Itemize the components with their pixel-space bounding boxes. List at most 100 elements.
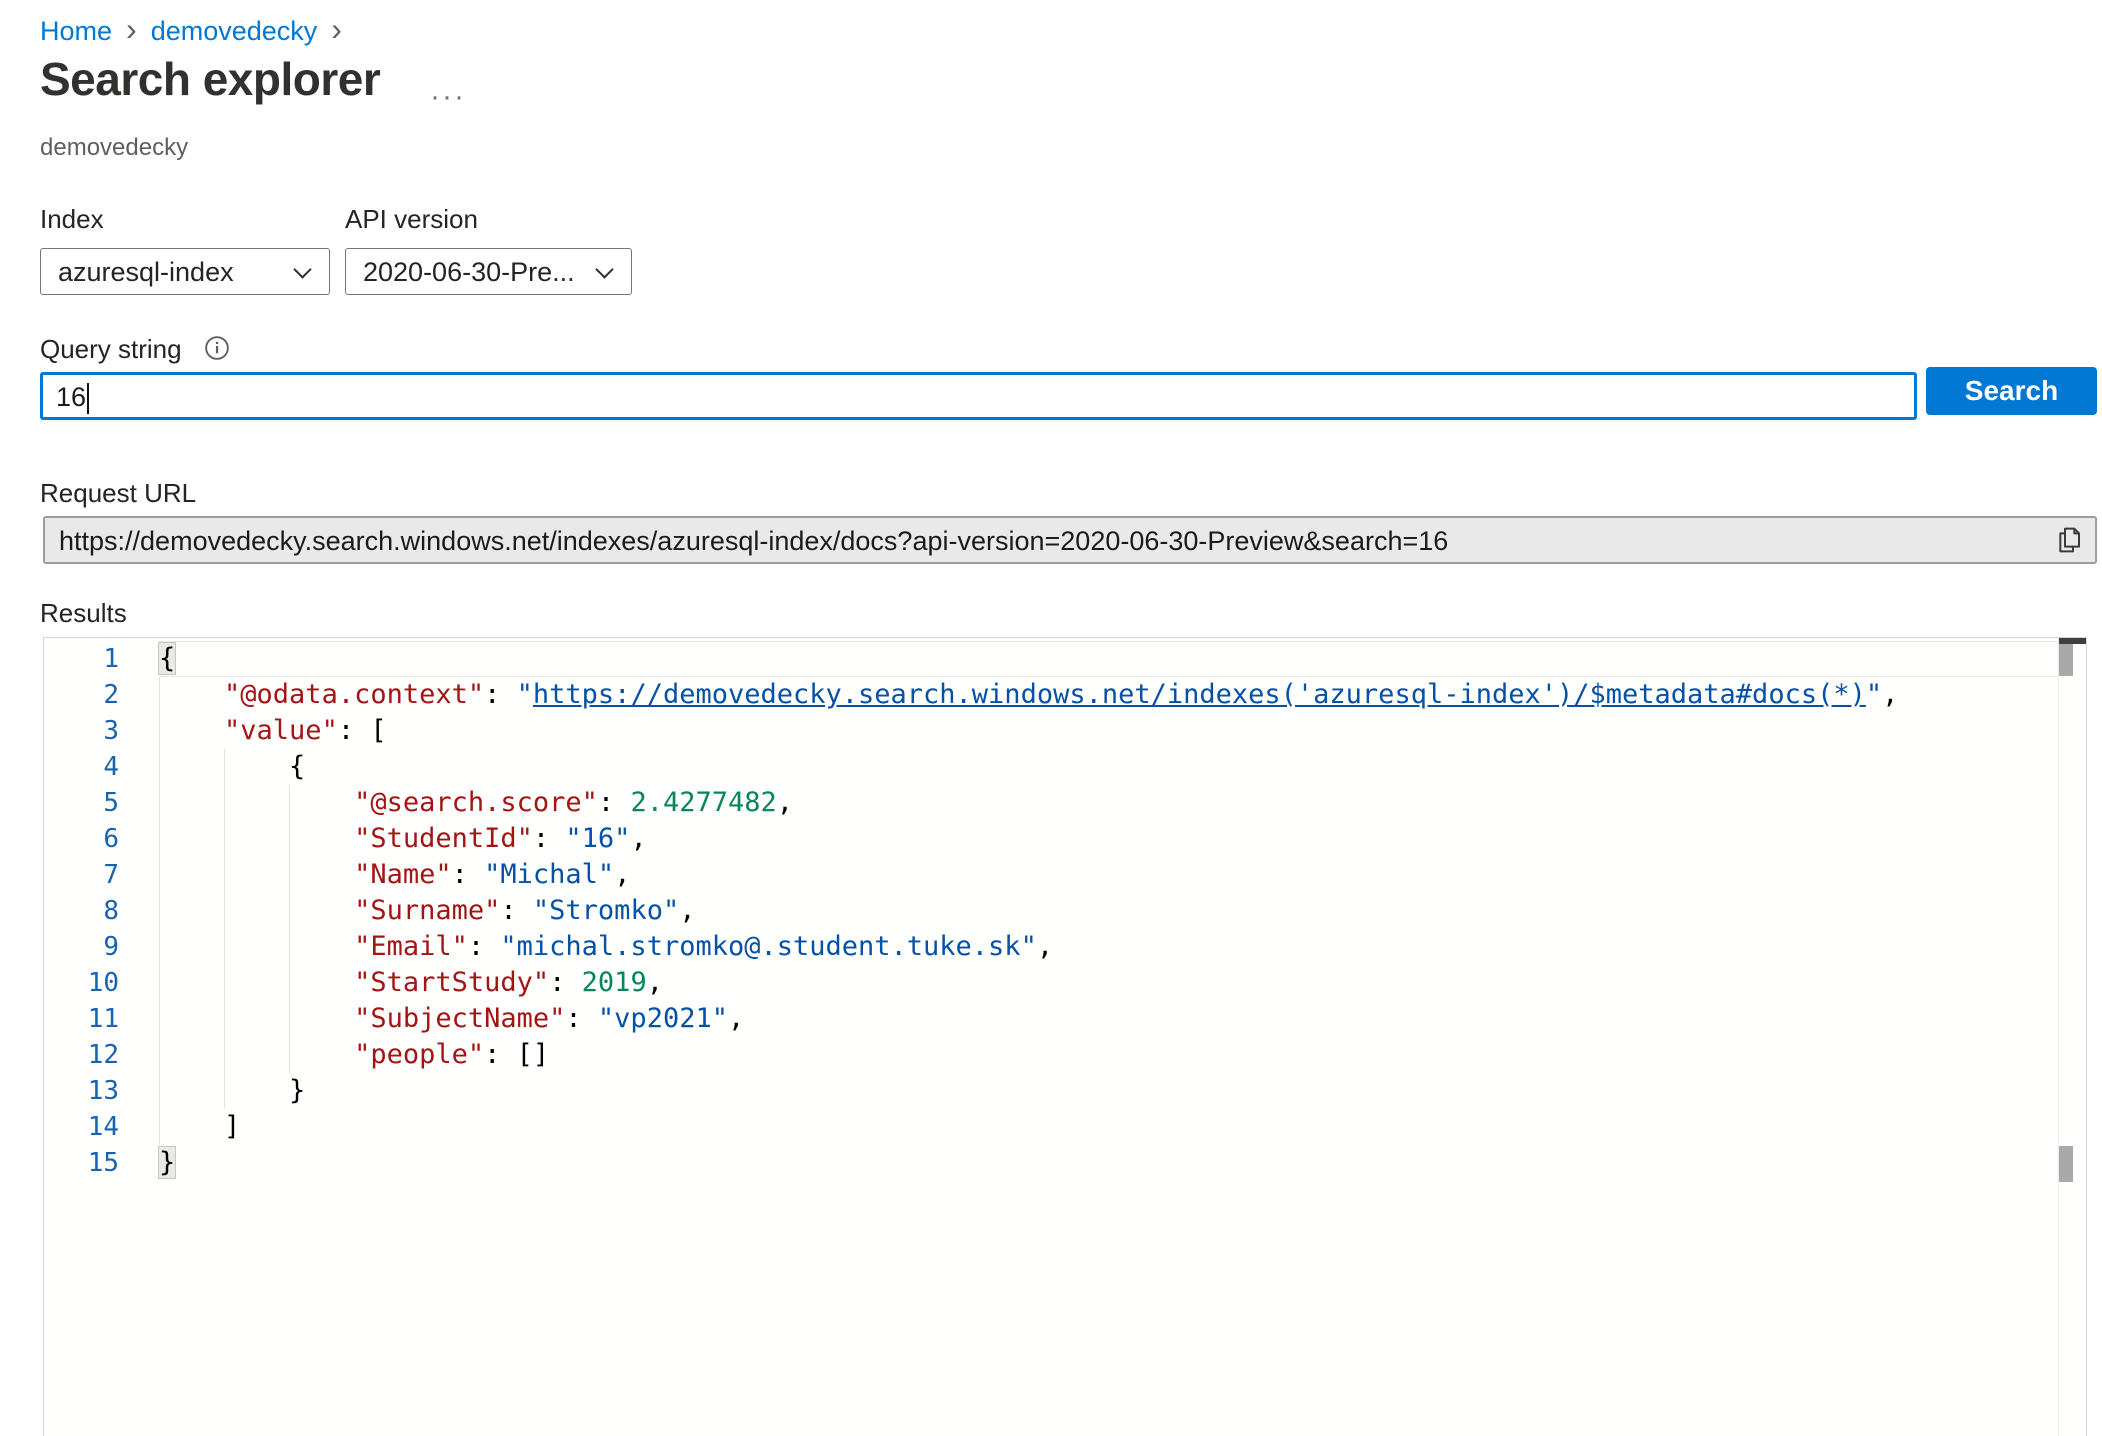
code-token: "@search.score"	[354, 787, 598, 818]
info-icon[interactable]	[203, 334, 231, 362]
chevron-right-icon: ›	[126, 16, 137, 43]
line-number: 9	[44, 929, 119, 965]
line-number: 14	[44, 1109, 119, 1145]
indent-guide	[224, 893, 225, 929]
code-token: ]	[224, 1111, 240, 1142]
indent-guide	[159, 1073, 160, 1109]
query-string-label: Query string	[40, 334, 182, 365]
indent-guide	[224, 785, 225, 821]
line-number: 7	[44, 857, 119, 893]
code-token: "	[517, 679, 533, 710]
code-token: "Surname"	[354, 895, 500, 926]
code-token: :	[598, 787, 631, 818]
code-token: 2.4277482	[630, 787, 776, 818]
code-token: {	[159, 643, 175, 674]
api-version-select[interactable]: 2020-06-30-Pre...	[345, 248, 632, 295]
breadcrumb-service-link[interactable]: demovedecky	[151, 16, 318, 47]
indent-guide	[159, 713, 160, 749]
code-line: 10 "StartStudy": 2019,	[44, 965, 2058, 1001]
code-token: ,	[777, 787, 793, 818]
code-token: ,	[1882, 679, 1898, 710]
indent-guide	[159, 785, 160, 821]
query-string-value: 16	[56, 382, 86, 413]
indent-guide	[159, 821, 160, 857]
code-token: ,	[630, 823, 646, 854]
code-token: }	[159, 1147, 175, 1178]
code-line: 14 ]	[44, 1109, 2058, 1145]
code-token: "people"	[354, 1039, 484, 1070]
code-token: :	[533, 823, 566, 854]
code-token: {	[289, 751, 305, 782]
line-number: 13	[44, 1073, 119, 1109]
indent-guide	[159, 1037, 160, 1073]
text-caret	[87, 383, 89, 414]
indent-guide	[289, 893, 290, 929]
breadcrumb-home-link[interactable]: Home	[40, 16, 112, 47]
copy-button[interactable]	[2051, 524, 2087, 558]
request-url-field[interactable]: https://demovedecky.search.windows.net/i…	[43, 516, 2097, 564]
line-number: 4	[44, 749, 119, 785]
code-token: "michal.stromko@.student.tuke.sk"	[500, 931, 1036, 962]
results-label: Results	[40, 598, 127, 629]
api-version-select-value: 2020-06-30-Pre...	[363, 257, 575, 288]
page-title: Search explorer	[40, 52, 380, 106]
code-token: :	[549, 967, 582, 998]
code-token: ,	[679, 895, 695, 926]
index-label: Index	[40, 204, 104, 235]
code-line: 3 "value": [	[44, 713, 2058, 749]
chevron-right-icon: ›	[331, 16, 342, 43]
odata-context-link[interactable]: https://demovedecky.search.windows.net/i…	[533, 679, 1866, 710]
indent-guide	[159, 749, 160, 785]
indent-guide	[289, 857, 290, 893]
line-number: 11	[44, 1001, 119, 1037]
indent-guide	[224, 1037, 225, 1073]
chevron-down-icon	[293, 260, 311, 278]
more-icon[interactable]: ···	[430, 80, 466, 114]
code-line: 1{	[44, 641, 2058, 677]
line-number: 6	[44, 821, 119, 857]
line-number: 15	[44, 1145, 119, 1181]
indent-guide	[159, 1001, 160, 1037]
indent-guide	[289, 965, 290, 1001]
code-token: "value"	[224, 715, 338, 746]
code-line: 2 "@odata.context": "https://demovedecky…	[44, 677, 2058, 713]
code-token: "	[1866, 679, 1882, 710]
results-editor[interactable]: 1{2 "@odata.context": "https://demovedec…	[43, 637, 2087, 1436]
indent-guide	[159, 893, 160, 929]
line-number: 8	[44, 893, 119, 929]
code-token: }	[289, 1075, 305, 1106]
code-line: 8 "Surname": "Stromko",	[44, 893, 2058, 929]
code-line: 11 "SubjectName": "vp2021",	[44, 1001, 2058, 1037]
scrollbar-thumb[interactable]	[2059, 644, 2073, 676]
code-line: 9 "Email": "michal.stromko@.student.tuke…	[44, 929, 2058, 965]
line-number: 12	[44, 1037, 119, 1073]
indent-guide	[224, 857, 225, 893]
code-token: ,	[728, 1003, 744, 1034]
query-string-input[interactable]: 16	[40, 372, 1917, 420]
code-token: : [	[338, 715, 387, 746]
index-select[interactable]: azuresql-index	[40, 248, 330, 295]
code-token: "Name"	[354, 859, 452, 890]
indent-guide	[224, 929, 225, 965]
code-token: :	[500, 895, 533, 926]
code-line: 6 "StudentId": "16",	[44, 821, 2058, 857]
code-line: 13 }	[44, 1073, 2058, 1109]
results-editor-lines: 1{2 "@odata.context": "https://demovedec…	[44, 641, 2058, 1181]
indent-guide	[159, 965, 160, 1001]
code-line: 7 "Name": "Michal",	[44, 857, 2058, 893]
indent-guide	[224, 1073, 225, 1109]
code-token: ,	[647, 967, 663, 998]
indent-guide	[224, 749, 225, 785]
search-button[interactable]: Search	[1926, 367, 2097, 415]
indent-guide	[159, 677, 160, 713]
indent-guide	[224, 965, 225, 1001]
code-line: 15}	[44, 1145, 2058, 1181]
editor-scrollbar[interactable]	[2058, 638, 2086, 1436]
indent-guide	[289, 929, 290, 965]
indent-guide	[289, 785, 290, 821]
copy-icon	[2053, 524, 2085, 556]
index-select-value: azuresql-index	[58, 257, 234, 288]
code-token: "@odata.context"	[224, 679, 484, 710]
code-token: "StartStudy"	[354, 967, 549, 998]
code-token: "StudentId"	[354, 823, 533, 854]
